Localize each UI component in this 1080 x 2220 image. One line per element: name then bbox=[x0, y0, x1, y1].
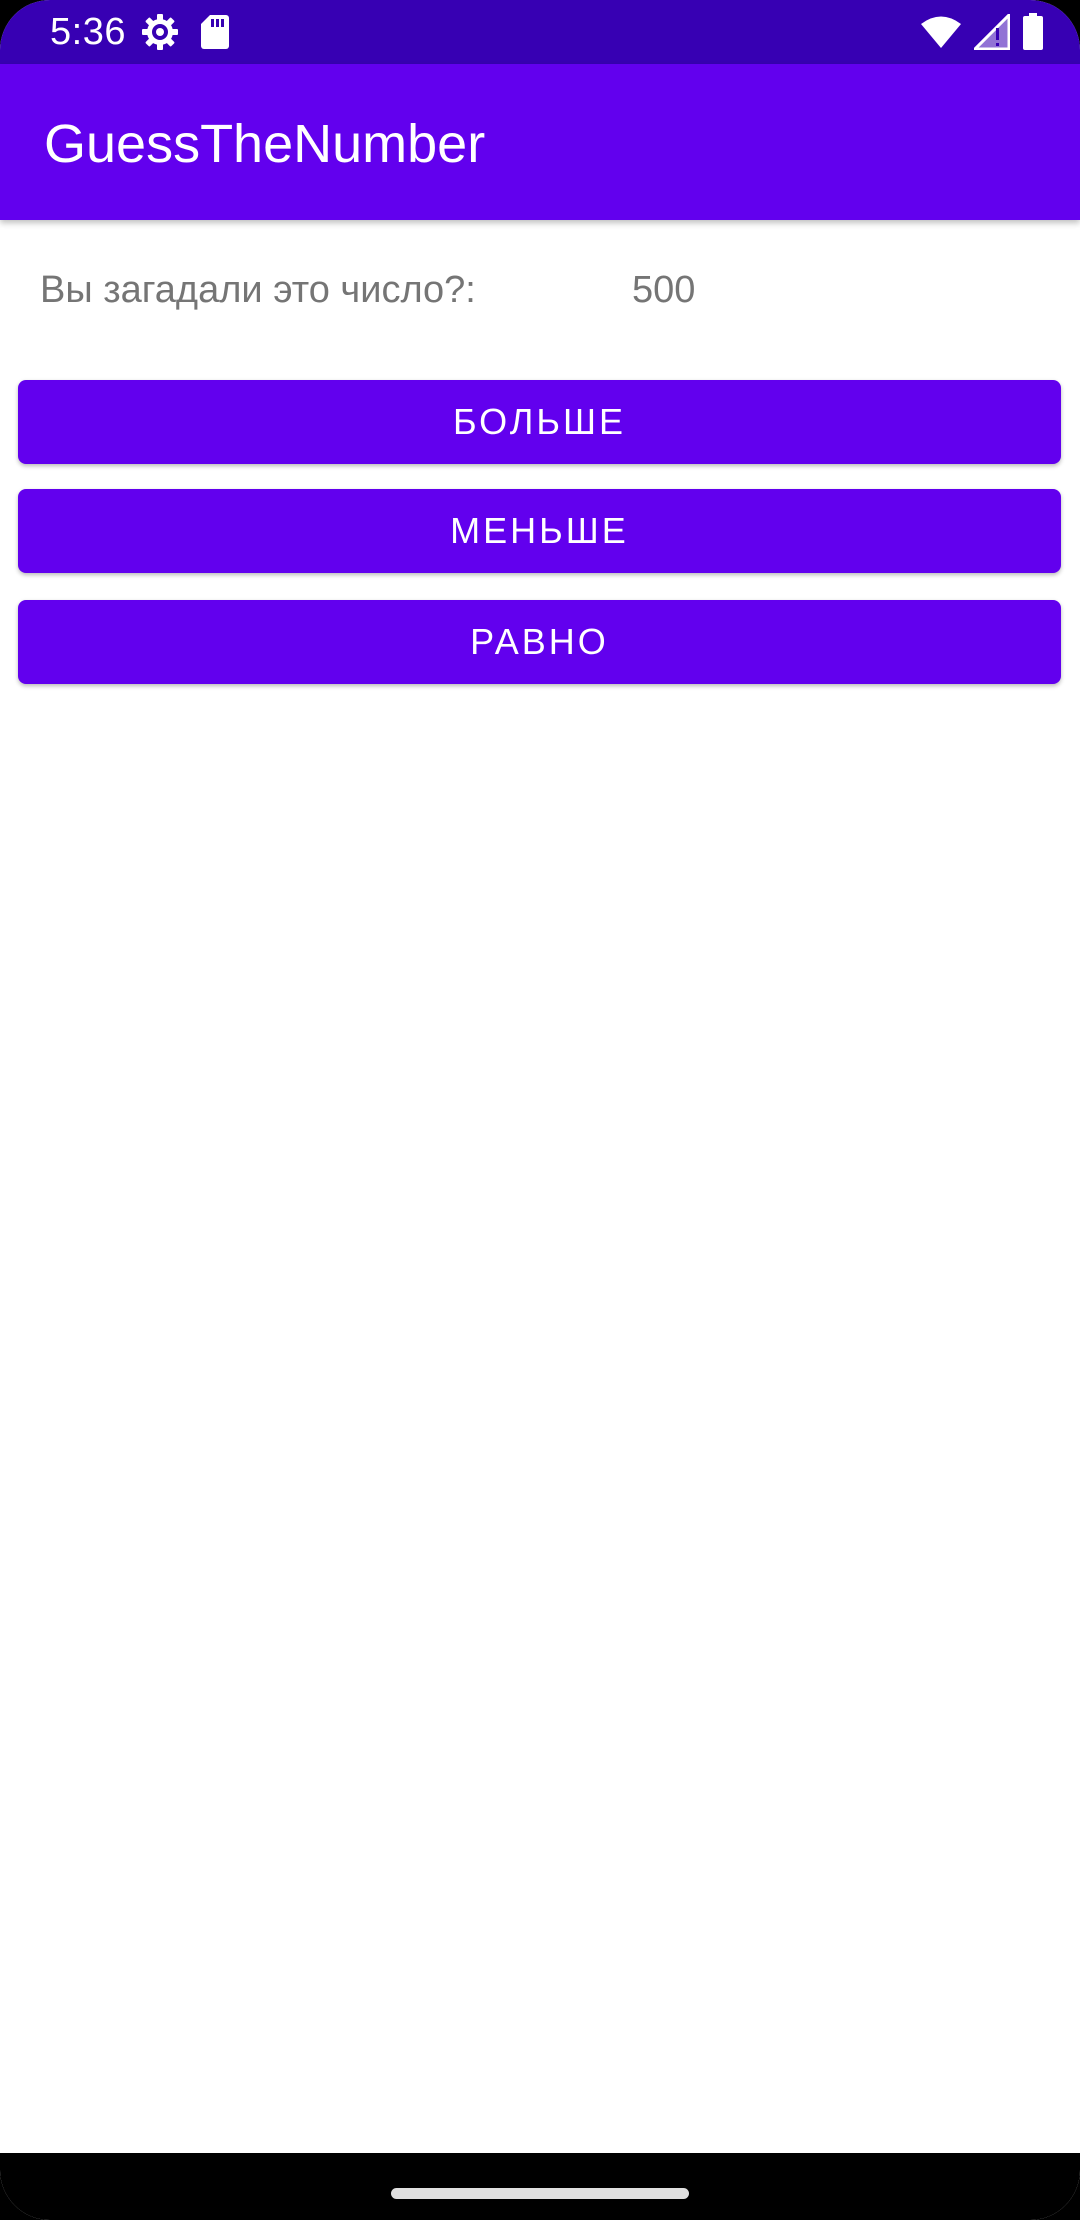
app-bar: GuessTheNumber bbox=[0, 64, 1080, 220]
more-button[interactable]: БОЛЬШЕ bbox=[18, 380, 1061, 464]
status-time: 5:36 bbox=[50, 11, 126, 53]
equal-button[interactable]: РАВНО bbox=[18, 600, 1061, 684]
wifi-icon bbox=[920, 15, 962, 49]
less-button[interactable]: МЕНЬШЕ bbox=[18, 489, 1061, 573]
cellular-signal-icon bbox=[974, 14, 1010, 50]
sd-card-icon bbox=[200, 14, 230, 50]
battery-icon bbox=[1022, 13, 1044, 51]
app-title: GuessTheNumber bbox=[44, 114, 486, 174]
app-screen: 5:36 GuessTheNumber Вы загадали это числ… bbox=[0, 0, 1080, 2220]
guess-value: 500 bbox=[632, 269, 696, 311]
settings-icon bbox=[140, 12, 180, 52]
status-left-icons bbox=[140, 12, 230, 52]
status-bar: 5:36 bbox=[0, 0, 1080, 64]
navigation-bar bbox=[0, 2153, 1080, 2220]
home-gesture-handle[interactable] bbox=[391, 2188, 689, 2199]
question-label: Вы загадали это число?: bbox=[40, 269, 476, 311]
status-right-icons bbox=[920, 12, 1044, 52]
